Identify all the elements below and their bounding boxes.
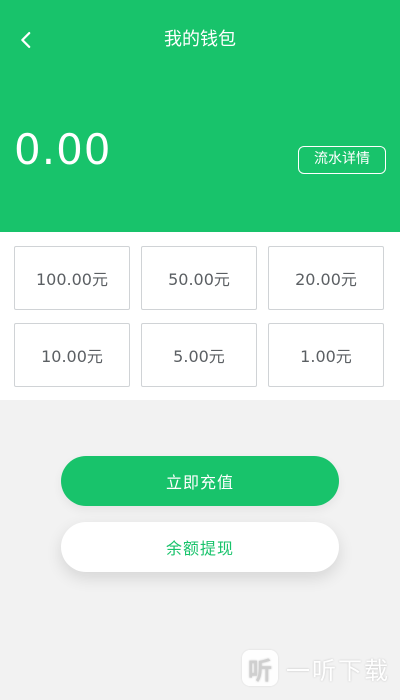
recharge-now-button[interactable]: 立即充值 — [61, 456, 339, 506]
wallet-balance: 0.00 — [14, 125, 112, 174]
recharge-amount-grid: 100.00元 50.00元 20.00元 10.00元 5.00元 1.00元 — [0, 232, 400, 400]
amount-option[interactable]: 100.00元 — [14, 246, 130, 310]
page-title: 我的钱包 — [164, 29, 236, 50]
amount-option[interactable]: 1.00元 — [268, 323, 384, 387]
flow-details-button[interactable]: 流水详情 — [298, 146, 386, 174]
withdraw-balance-button[interactable]: 余额提现 — [61, 522, 339, 572]
watermark-icon: 听 — [242, 650, 278, 686]
amount-option[interactable]: 10.00元 — [14, 323, 130, 387]
amount-option[interactable]: 20.00元 — [268, 246, 384, 310]
watermark: 听 一听下载 — [242, 650, 390, 686]
amount-option[interactable]: 5.00元 — [141, 323, 257, 387]
watermark-label: 一听下载 — [286, 656, 390, 685]
amount-option[interactable]: 50.00元 — [141, 246, 257, 310]
wallet-header: 我的钱包 0.00 流水详情 — [0, 0, 400, 232]
